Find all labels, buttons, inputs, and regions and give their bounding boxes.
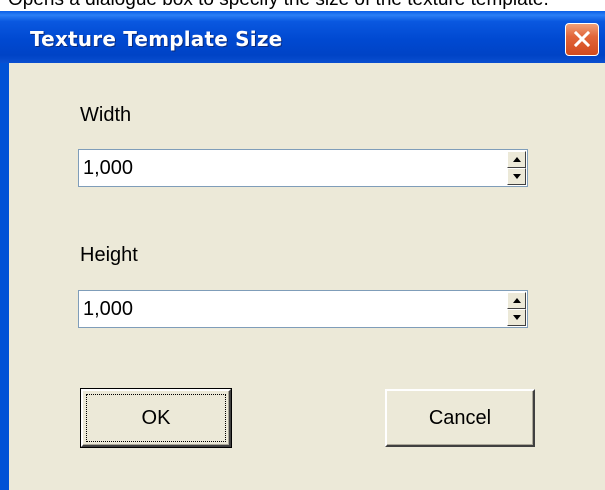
- dialog-window: Texture Template Size Width 1,000 Height…: [0, 11, 605, 490]
- height-label: Height: [80, 244, 138, 266]
- close-button[interactable]: [565, 23, 599, 56]
- arrow-up-icon: [513, 157, 521, 162]
- width-increment-button[interactable]: [507, 151, 526, 168]
- arrow-up-icon: [513, 298, 521, 303]
- width-decrement-button[interactable]: [507, 168, 526, 185]
- title-bar[interactable]: Texture Template Size: [0, 11, 605, 63]
- height-spinner[interactable]: 1,000: [78, 290, 528, 328]
- height-spinner-arrows: [507, 292, 526, 326]
- arrow-down-icon: [513, 315, 521, 320]
- height-input[interactable]: 1,000: [83, 298, 133, 321]
- dialog-body: Width 1,000 Height 1,000 OK Cancel: [9, 63, 605, 490]
- width-label: Width: [80, 104, 132, 126]
- ok-button-label: OK: [141, 407, 171, 429]
- height-increment-button[interactable]: [507, 292, 526, 309]
- width-spinner-arrows: [507, 151, 526, 185]
- cancel-button[interactable]: Cancel: [385, 389, 535, 447]
- close-icon: [573, 30, 591, 48]
- cancel-button-label: Cancel: [428, 407, 492, 429]
- caption-text: Opens a dialogue box to specify the size…: [8, 0, 605, 11]
- arrow-down-icon: [513, 174, 521, 179]
- width-spinner[interactable]: 1,000: [78, 149, 528, 187]
- ok-button[interactable]: OK: [80, 388, 232, 448]
- dialog-title: Texture Template Size: [30, 27, 283, 51]
- height-decrement-button[interactable]: [507, 309, 526, 326]
- width-input[interactable]: 1,000: [83, 157, 133, 180]
